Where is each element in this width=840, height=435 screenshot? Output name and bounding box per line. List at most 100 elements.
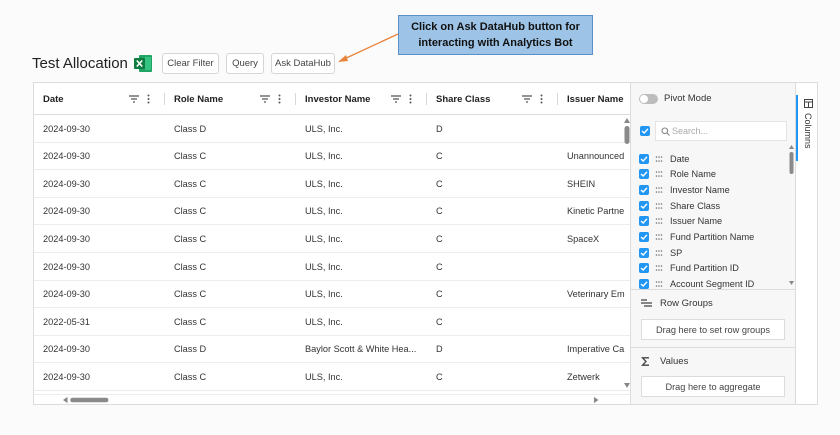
table-cell[interactable]: 2024-09-30 (43, 115, 163, 142)
column-menu-icon[interactable] (278, 94, 281, 104)
table-cell[interactable]: Veterinary Em (567, 281, 629, 308)
column-checkbox[interactable] (639, 153, 649, 164)
column-list-scrollbar[interactable] (788, 143, 795, 291)
table-cell[interactable]: ULS, Inc. (305, 170, 425, 197)
column-checkbox[interactable] (639, 232, 649, 242)
table-cell[interactable]: 2024-09-30 (43, 336, 163, 363)
table-row[interactable]: 2024-09-30 Class C ULS, Inc. C Kinetic Partn… (34, 198, 630, 226)
column-checkbox[interactable] (639, 169, 649, 180)
filter-icon[interactable] (129, 95, 139, 103)
column-menu-icon[interactable] (147, 94, 150, 104)
drag-handle-icon[interactable] (655, 186, 663, 194)
table-cell[interactable]: ULS, Inc. (305, 363, 425, 390)
table-cell[interactable]: 2024-09-30 (43, 253, 163, 280)
table-row[interactable]: 2024-09-30 Class C ULS, Inc. C Unannounced (34, 143, 630, 171)
grid-vertical-scrollbar[interactable] (622, 117, 631, 389)
column-checkbox[interactable] (639, 247, 649, 258)
table-row[interactable]: 2024-09-30 Class C ULS, Inc. C SpaceX (34, 225, 630, 253)
table-cell[interactable]: ULS, Inc. (305, 225, 425, 252)
table-cell[interactable]: C (436, 198, 556, 225)
values-dropzone[interactable]: Drag here to aggregate (641, 376, 785, 397)
column-menu-icon[interactable] (540, 94, 543, 104)
column-list-item[interactable]: Account Segment ID (639, 277, 754, 289)
table-row[interactable]: 2024-09-30 Class C ULS, Inc. C (34, 253, 630, 281)
table-cell[interactable]: Class C (174, 253, 294, 280)
table-cell[interactable]: 2024-09-30 (43, 170, 163, 197)
excel-icon[interactable] (134, 55, 152, 72)
table-cell[interactable]: D (436, 336, 556, 363)
table-cell[interactable]: Baylor Scott & White Hea... (305, 336, 425, 363)
column-list-item[interactable]: Issuer Name (639, 214, 722, 229)
row-groups-dropzone[interactable]: Drag here to set row groups (641, 319, 785, 340)
column-list-item[interactable]: Role Name (639, 167, 716, 182)
column-checkbox[interactable] (639, 184, 649, 195)
filter-icon[interactable] (522, 95, 532, 103)
query-button[interactable]: Query (226, 53, 264, 74)
column-checkbox[interactable] (639, 216, 649, 227)
clear-filter-button[interactable]: Clear Filter (162, 53, 219, 74)
table-cell[interactable]: Class D (174, 336, 294, 363)
table-cell[interactable] (567, 253, 629, 280)
toggle-switch[interactable] (639, 93, 658, 104)
tab-columns[interactable]: Columns (796, 95, 817, 161)
grid-horizontal-scrollbar[interactable] (34, 394, 631, 405)
column-list-item[interactable]: Share Class (639, 198, 720, 213)
table-cell[interactable]: 2024-09-30 (43, 281, 163, 308)
column-header-date[interactable]: Date (34, 83, 165, 115)
column-list-item[interactable]: Fund Partition Name (639, 230, 754, 245)
column-menu-icon[interactable] (409, 94, 412, 104)
table-row[interactable]: 2024-09-30 Class D ULS, Inc. D (34, 115, 630, 143)
table-cell[interactable]: ULS, Inc. (305, 281, 425, 308)
table-cell[interactable]: Class D (174, 115, 294, 142)
table-cell[interactable]: Class C (174, 363, 294, 390)
table-row[interactable]: 2024-09-30 Class D Baylor Scott & White He… (34, 336, 630, 364)
filter-icon[interactable] (391, 95, 401, 103)
column-header-issuer-name[interactable]: Issuer Name (558, 83, 630, 115)
table-cell[interactable] (567, 115, 629, 142)
table-cell[interactable]: 2024-09-30 (43, 225, 163, 252)
table-cell[interactable]: 2024-09-30 (43, 363, 163, 390)
drag-handle-icon[interactable] (655, 249, 663, 257)
column-list-item[interactable]: Investor Name (639, 182, 730, 197)
table-cell[interactable]: Imperative Ca (567, 336, 629, 363)
table-row[interactable]: 2024-09-30 Class C ULS, Inc. C Zetwerk (34, 363, 630, 391)
table-cell[interactable]: 2022-05-31 (43, 308, 163, 335)
drag-handle-icon[interactable] (655, 170, 663, 178)
table-cell[interactable]: Kinetic Partne (567, 198, 629, 225)
table-row[interactable]: 2024-09-30 Class C ULS, Inc. C SHEIN (34, 170, 630, 198)
table-cell[interactable]: 2024-09-30 (43, 143, 163, 170)
table-cell[interactable]: ULS, Inc. (305, 143, 425, 170)
table-cell[interactable]: C (436, 225, 556, 252)
table-cell[interactable]: ULS, Inc. (305, 115, 425, 142)
column-header-investor-name[interactable]: Investor Name (296, 83, 427, 115)
table-row[interactable]: 2024-09-30 Class C ULS, Inc. C Veterinary Em (34, 281, 630, 309)
table-cell[interactable]: C (436, 170, 556, 197)
table-cell[interactable]: Class C (174, 198, 294, 225)
column-list-item[interactable]: SP (639, 245, 682, 260)
table-cell[interactable]: Class C (174, 308, 294, 335)
drag-handle-icon[interactable] (655, 233, 663, 241)
table-cell[interactable]: ULS, Inc. (305, 253, 425, 280)
table-cell[interactable] (567, 308, 629, 335)
table-cell[interactable]: C (436, 143, 556, 170)
table-cell[interactable]: C (436, 308, 556, 335)
column-list-item[interactable]: Date (639, 151, 689, 166)
filter-icon[interactable] (260, 95, 270, 103)
drag-handle-icon[interactable] (655, 202, 663, 210)
pivot-mode-toggle[interactable]: Pivot Mode (639, 93, 712, 104)
table-cell[interactable]: SHEIN (567, 170, 629, 197)
table-cell[interactable]: Class C (174, 170, 294, 197)
column-header-share-class[interactable]: Share Class (427, 83, 558, 115)
column-header-role-name[interactable]: Role Name (165, 83, 296, 115)
drag-handle-icon[interactable] (655, 217, 663, 225)
drag-handle-icon[interactable] (655, 264, 663, 272)
table-cell[interactable]: D (436, 115, 556, 142)
table-cell[interactable]: Class C (174, 281, 294, 308)
column-checkbox[interactable] (639, 263, 649, 274)
column-search-input[interactable]: Search... (655, 121, 787, 141)
table-cell[interactable]: Zetwerk (567, 363, 629, 390)
table-cell[interactable]: 2024-09-30 (43, 198, 163, 225)
table-cell[interactable]: C (436, 253, 556, 280)
table-row[interactable]: 2022-05-31 Class C ULS, Inc. C (34, 308, 630, 336)
ask-datahub-button[interactable]: Ask DataHub (271, 53, 335, 74)
